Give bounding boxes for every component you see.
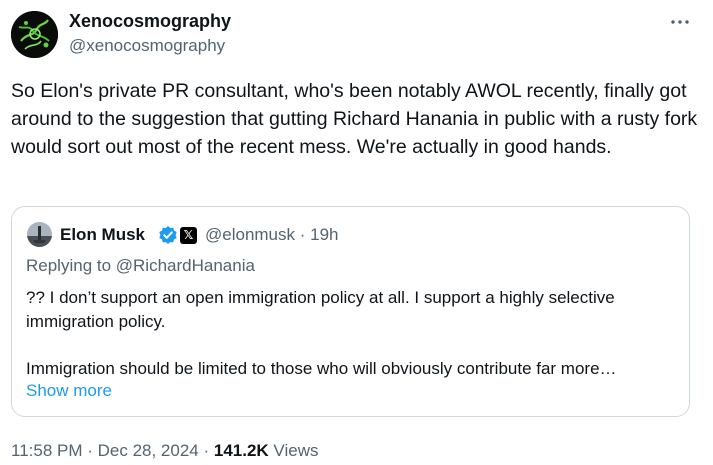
tweet-meta: 11:58 PM · Dec 28, 2024 · 141.2K Views bbox=[11, 441, 318, 461]
tweet-text: So Elon's private PR consultant, who's b… bbox=[11, 80, 698, 158]
tweet-time[interactable]: 11:58 PM bbox=[11, 441, 83, 460]
replying-to[interactable]: Replying to @RichardHanania bbox=[26, 256, 255, 276]
views-count: 141.2K bbox=[213, 441, 269, 460]
quoted-paragraph-1: ?? I don’t support an open immigration p… bbox=[26, 288, 615, 331]
verified-badge-icon bbox=[158, 225, 178, 245]
more-options-button[interactable] bbox=[668, 12, 692, 32]
avatar[interactable] bbox=[11, 11, 58, 58]
more-horizontal-icon bbox=[671, 20, 689, 24]
quoted-tweet-card[interactable]: Elon Musk 𝕏 @elonmusk · 19h Replying to … bbox=[11, 206, 690, 417]
meta-separator: · bbox=[198, 441, 214, 460]
quoted-paragraph-2: Immigration should be limited to those w… bbox=[26, 358, 617, 378]
author-display-name[interactable]: Xenocosmography bbox=[69, 11, 231, 32]
show-more-link[interactable]: Show more bbox=[26, 381, 112, 401]
quoted-display-name[interactable]: Elon Musk bbox=[60, 225, 145, 245]
x-affiliate-icon: 𝕏 bbox=[180, 227, 197, 244]
quoted-handle-time[interactable]: @elonmusk · 19h bbox=[205, 225, 339, 245]
meta-separator: · bbox=[82, 441, 98, 460]
quoted-text: ?? I don’t support an open immigration p… bbox=[26, 286, 686, 380]
author-handle[interactable]: @xenocosmography bbox=[69, 36, 225, 56]
tweet-date[interactable]: Dec 28, 2024 bbox=[98, 441, 199, 460]
avatar-image bbox=[11, 11, 58, 58]
quoted-avatar[interactable] bbox=[27, 222, 52, 247]
views-label: Views bbox=[268, 441, 319, 460]
quoted-avatar-image bbox=[27, 222, 52, 247]
